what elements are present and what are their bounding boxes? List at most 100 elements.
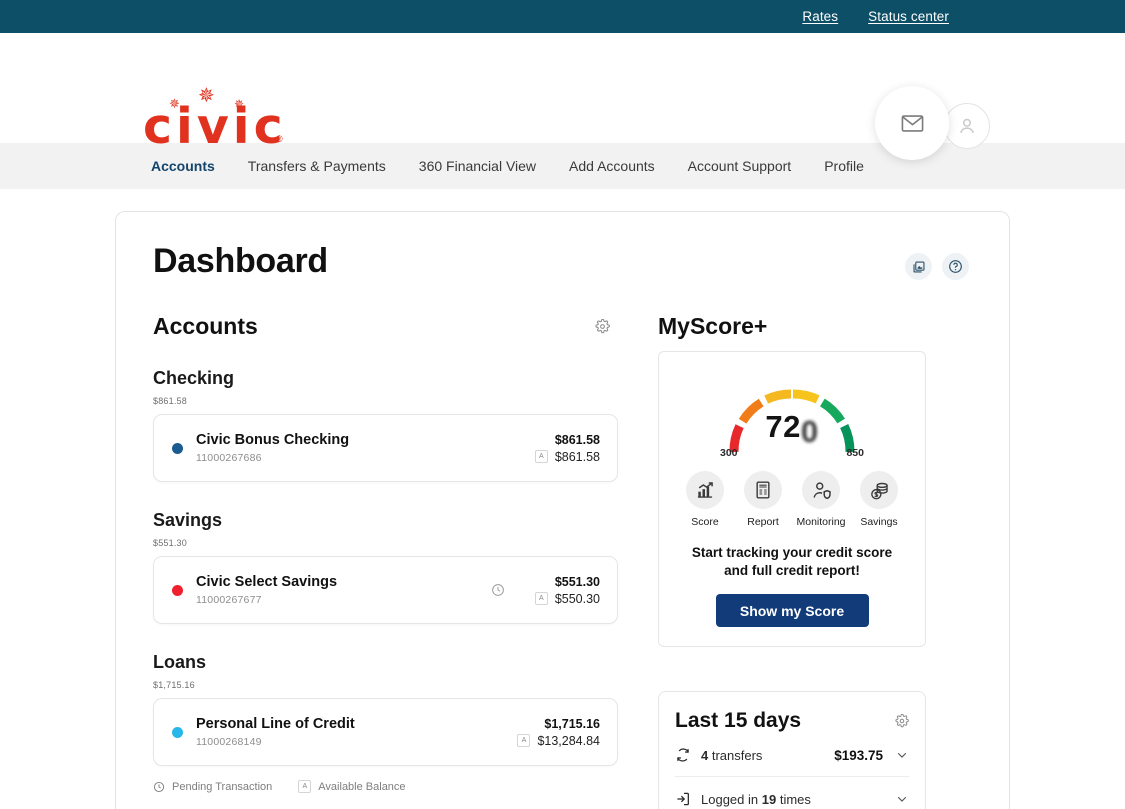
transfers-amount: $193.75 xyxy=(834,747,883,763)
chevron-down-icon xyxy=(897,753,907,759)
myscore-title: MyScore+ xyxy=(658,313,768,339)
logins-suffix: times xyxy=(779,791,811,807)
accounts-title: Accounts xyxy=(153,313,258,339)
chevron-down-icon xyxy=(897,797,907,803)
legend-label: Pending Transaction xyxy=(172,780,273,793)
messages-button[interactable] xyxy=(875,86,949,160)
page-body: Dashboard Accounts Checking $861.58 Civi… xyxy=(0,189,1125,809)
nav-item-account-support[interactable]: Account Support xyxy=(688,158,792,174)
feature-monitoring[interactable]: Monitoring xyxy=(793,471,849,528)
nav-item-profile[interactable]: Profile xyxy=(824,158,864,174)
nav-item-360-financial-view[interactable]: 360 Financial View xyxy=(419,158,536,174)
feature-savings[interactable]: Savings xyxy=(851,471,907,528)
rates-link[interactable]: Rates xyxy=(802,9,838,24)
myscore-cta-text: Start tracking your credit score and ful… xyxy=(691,545,893,579)
feature-score[interactable]: Score xyxy=(677,471,733,528)
accounts-legend: Pending Transaction A Available Balance xyxy=(153,780,618,793)
pending-transaction-indicator[interactable] xyxy=(491,583,505,597)
account-number: 11000268149 xyxy=(196,736,262,748)
coins-stack-icon xyxy=(870,482,888,499)
legend-label: Available Balance xyxy=(318,780,406,793)
account-info: Personal Line of Credit 11000268149 xyxy=(196,716,517,748)
last-15-days-header: Last 15 days xyxy=(675,709,909,733)
feature-icon-wrap xyxy=(802,471,840,509)
nav-item-add-accounts[interactable]: Add Accounts xyxy=(569,158,655,174)
dashboard-panel: Dashboard Accounts Checking $861.58 Civi… xyxy=(115,211,1010,809)
nav-item-accounts[interactable]: Accounts xyxy=(151,158,215,174)
account-available-row: A $13,284.84 xyxy=(517,734,600,748)
cards-layers-icon xyxy=(912,260,925,273)
logo-wordmark: civic xyxy=(143,98,287,155)
civic-logo[interactable]: ✵ ✵ ✵ civic ® xyxy=(143,86,293,155)
group-total-savings: $551.30 xyxy=(153,538,187,548)
utility-topbar: Rates Status center xyxy=(0,0,1125,33)
group-total-checking: $861.58 xyxy=(153,396,187,406)
login-arrow-icon-wrap xyxy=(675,791,701,807)
panel-header: Dashboard xyxy=(153,242,969,281)
help-button[interactable] xyxy=(942,253,969,280)
account-balance: $861.58 xyxy=(554,432,600,447)
myscore-features: Score Report Monitoring Savings xyxy=(673,471,911,528)
gauge-max-label: 850 xyxy=(846,447,864,459)
legend-pending-transaction: Pending Transaction xyxy=(153,781,272,793)
transfer-refresh-icon-wrap xyxy=(675,747,701,763)
account-card-checking[interactable]: Civic Bonus Checking 11000267686 $861.58… xyxy=(153,414,618,482)
account-balance: $1,715.16 xyxy=(544,716,600,731)
account-available-row: A $861.58 xyxy=(534,449,600,464)
account-name: Personal Line of Credit xyxy=(196,716,355,732)
logins-row[interactable]: Logged in 19 times xyxy=(675,777,909,809)
available-balance-badge: A xyxy=(517,734,531,747)
feature-report[interactable]: Report xyxy=(735,471,791,528)
nav-item-transfers-payments[interactable]: Transfers & Payments xyxy=(248,158,386,174)
site-header: ✵ ✵ ✵ civic ® xyxy=(0,33,1125,160)
logins-expand-button[interactable] xyxy=(895,792,909,806)
gauge-min-label: 300 xyxy=(720,447,738,459)
account-balances: $1,715.16 A $13,284.84 xyxy=(517,717,600,748)
feature-icon-wrap xyxy=(744,471,782,509)
feature-icon-wrap xyxy=(860,471,898,509)
cards-layers-button[interactable] xyxy=(905,253,932,280)
accounts-header: Accounts xyxy=(153,313,618,340)
group-title-checking: Checking xyxy=(153,368,235,388)
available-balance-badge: A xyxy=(534,592,548,605)
feature-icon-wrap xyxy=(686,471,724,509)
logo-registered-mark: ® xyxy=(276,134,283,144)
account-available: $550.30 xyxy=(554,591,600,606)
transfers-expand-button[interactable] xyxy=(895,748,909,762)
clock-icon xyxy=(153,781,165,792)
feature-label: Score xyxy=(691,516,719,528)
dashboard-columns: Accounts Checking $861.58 Civic Bonus Ch… xyxy=(153,313,969,809)
account-available: $861.58 xyxy=(554,449,600,464)
account-info: Civic Select Savings 11000267677 xyxy=(196,574,491,606)
login-arrow-icon xyxy=(677,793,689,806)
logins-count: 19 xyxy=(761,791,777,807)
myscore-card: 720 300 850 Score Report Monitoring Savi… xyxy=(658,351,926,648)
right-column: MyScore+ 720 300 850 Score Report Monito… xyxy=(658,313,926,809)
legend-available-balance: A Available Balance xyxy=(298,780,406,793)
status-center-link[interactable]: Status center xyxy=(868,9,949,24)
account-number: 11000267677 xyxy=(196,594,262,606)
last-15-days-card: Last 15 days 4 transfers $193.75 Logged … xyxy=(658,691,926,809)
transfers-text: 4 transfers xyxy=(701,748,834,763)
help-question-icon xyxy=(949,260,962,273)
group-total-loans: $1,715.16 xyxy=(153,680,195,690)
accounts-settings-button[interactable] xyxy=(595,319,610,334)
account-card-loans[interactable]: Personal Line of Credit 11000268149 $1,7… xyxy=(153,698,618,766)
gear-icon xyxy=(595,319,610,334)
account-balances: $861.58 A $861.58 xyxy=(534,432,600,464)
show-my-score-button[interactable]: Show my Score xyxy=(715,594,869,628)
transfers-count: 4 xyxy=(701,747,709,763)
panel-header-actions xyxy=(905,253,969,280)
credit-score-gauge: 720 300 850 xyxy=(717,373,867,459)
account-number: 11000267686 xyxy=(196,452,262,464)
account-name: Civic Bonus Checking xyxy=(196,432,350,448)
account-card-savings[interactable]: Civic Select Savings 11000267677 $551.30… xyxy=(153,556,618,624)
account-available-row: A $550.30 xyxy=(534,591,600,606)
page-title: Dashboard xyxy=(153,242,328,280)
profile-button[interactable] xyxy=(944,103,990,149)
accounts-column: Accounts Checking $861.58 Civic Bonus Ch… xyxy=(153,313,618,809)
person-icon xyxy=(960,118,974,134)
transfers-row[interactable]: 4 transfers $193.75 xyxy=(675,733,909,778)
last-15-days-settings-button[interactable] xyxy=(895,714,909,728)
person-shield-icon xyxy=(812,481,831,499)
